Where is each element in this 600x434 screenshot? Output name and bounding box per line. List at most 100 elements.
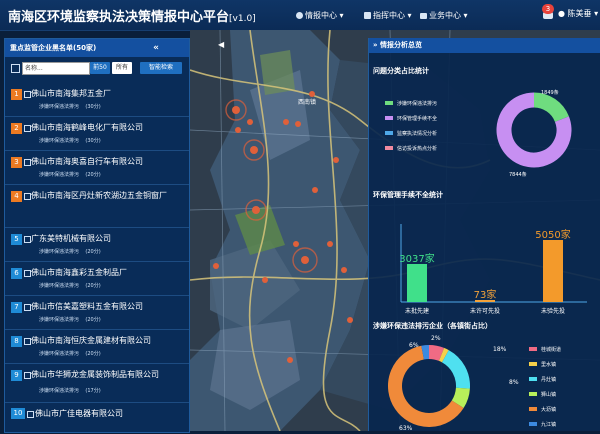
company-issue: 涉嫌环保违法排污 (30分) [39,137,101,144]
pie-slice[interactable] [428,345,445,362]
issue-text: 涉嫌环保违法排污 [39,138,80,144]
company-issue: 涉嫌环保违法排污 (20分) [39,316,101,323]
analysis-header: » 情报分析总览 [369,38,600,53]
legend-label: 涉嫌环保违法排污 [397,101,438,107]
donut-legend-item[interactable]: 环保管理手续不全 [385,115,437,122]
bar-section-title: 环保管理手续不全统计 [373,191,443,199]
item-checkbox[interactable] [24,91,31,98]
item-checkbox[interactable] [24,372,31,379]
pie-slice[interactable] [441,350,470,389]
rank-badge: 6 [11,268,22,279]
item-checkbox[interactable] [24,236,31,243]
company-issue: 涉嫌环保违法排污 (20分) [39,350,101,357]
list-item[interactable]: 7 佛山市信美嘉塑料五金有限公司 涉嫌环保违法排污 (20分) [5,296,189,330]
filter-bar: 名称... 前50 所有 智能检索 [5,57,189,79]
pie-legend-item[interactable]: 大沥镇 [529,406,556,413]
donut-legend-item[interactable]: 信访投诉热点分析 [385,145,437,152]
item-checkbox[interactable] [24,270,31,277]
pie-legend-item[interactable]: 丹灶镇 [529,376,556,383]
list-item[interactable]: 3 佛山市南海奥喜自行车有限公司 涉嫌环保违法排污 (20分) [5,151,189,185]
top-bar: 南海区环境监察执法决策情报中心平台[v1.0] 情报中心 ▾ 指挥中心 ▾ 业务… [0,0,600,31]
top50-button[interactable]: 前50 [90,62,110,74]
company-name[interactable]: 佛山市信美嘉塑料五金有限公司 [31,301,143,312]
all-button[interactable]: 所有 [112,62,132,74]
blacklist-header: 重点监管企业黑名单(50家) « [5,39,189,57]
rank-badge: 3 [11,157,22,168]
list-item[interactable]: 4 佛山市南海区丹灶新农湖边五金铜窗厂 [5,185,189,228]
issue-text: 涉嫌环保违法排污 [39,351,80,357]
issue-score: (20分) [85,351,101,357]
legend-swatch [529,377,537,381]
company-name[interactable]: 佛山市南海恒庆金属建材有限公司 [31,335,151,346]
company-name[interactable]: 佛山市南海区丹灶新农湖边五金铜窗厂 [31,190,179,202]
list-item[interactable]: 6 佛山市南海鑫彩五金制品厂 涉嫌环保违法排污 (20分) [5,262,189,296]
user-menu[interactable]: ● 陈美垂 ▾ [558,8,598,19]
pie-legend-item[interactable]: 九江镇 [529,421,556,428]
pie-legend-item[interactable]: 桂城街道 [529,346,561,353]
pie-slice[interactable] [451,387,470,408]
bar-category-label: 未许可先投 [469,308,500,315]
rank-badge: 2 [11,123,22,134]
smart-search-button[interactable]: 智能检索 [140,62,182,74]
company-name[interactable]: 佛山市华狮龙金属装饰制品有限公司 [31,369,159,380]
bar[interactable] [407,264,427,302]
donut-label-bottom: 7844条 [509,171,527,178]
list-item[interactable]: 2 佛山市南海鹤峰电化厂有限公司 涉嫌环保违法排污 (30分) [5,117,189,151]
donut-legend-item[interactable]: 涉嫌环保违法排污 [385,100,437,107]
item-checkbox[interactable] [27,411,34,418]
list-item[interactable]: 8 佛山市南海恒庆金属建材有限公司 涉嫌环保违法排污 (20分) [5,330,189,364]
item-checkbox[interactable] [24,304,31,311]
legend-swatch [385,131,393,135]
donut-slice[interactable] [533,92,569,123]
issue-text: 涉嫌环保违法排污 [39,249,80,255]
nav-business-center[interactable]: 业务中心 ▾ [420,10,468,21]
list-item[interactable]: 9 佛山市华狮龙金属装饰制品有限公司 涉嫌环保违法排污 (17分) [5,364,189,403]
collapse-panel-button[interactable]: « [153,39,159,57]
bar-value-label: 3037家 [399,254,435,266]
donut-legend-item[interactable]: 监察执法情况分析 [385,130,437,137]
bar[interactable] [543,239,563,302]
company-name[interactable]: 佛山市南海集邦五金厂 [31,88,111,99]
chevron-right-icon[interactable]: » [373,41,378,49]
pie-slice[interactable] [438,347,449,363]
pie-slice[interactable] [421,345,430,360]
nav-intel-center[interactable]: 情报中心 ▾ [296,10,344,21]
pie-chart[interactable] [371,334,511,434]
legend-label: 环保管理手续不全 [397,116,438,122]
issue-text: 涉嫌环保违法排污 [39,104,80,110]
list-item[interactable]: 5 广东美特机械有限公司 涉嫌环保违法排污 (20分) [5,228,189,262]
app-title: 南海区环境监察执法决策情报中心平台[v1.0] [8,6,256,25]
donut-chart[interactable]: 1849条 7844条 [479,80,589,180]
item-checkbox[interactable] [24,193,31,200]
legend-swatch [529,392,537,396]
legend-swatch [529,362,537,366]
legend-label: 九江镇 [541,422,557,428]
company-name[interactable]: 广东美特机械有限公司 [31,233,111,244]
list-item[interactable]: 1 佛山市南海集邦五金厂 涉嫌环保违法排污 (30分) [5,83,189,117]
blacklist-panel: 重点监管企业黑名单(50家) « 名称... 前50 所有 智能检索 1 佛山市… [4,38,190,433]
nav-command-center[interactable]: 指挥中心 ▾ [364,10,412,21]
item-checkbox[interactable] [24,338,31,345]
company-issue: 涉嫌环保违法排污 (20分) [39,248,101,255]
issue-score: (20分) [85,172,101,178]
select-all-checkbox[interactable] [11,64,20,73]
rank-badge: 7 [11,302,22,313]
pie-label: 8% [509,379,519,386]
company-name[interactable]: 佛山市南海鹤峰电化厂有限公司 [31,122,143,133]
item-checkbox[interactable] [24,159,31,166]
list-item[interactable]: 10 佛山市广佳电器有限公司 [5,403,189,423]
map-collapse-left-button[interactable]: ◀ [218,40,224,49]
legend-swatch [529,422,537,426]
company-name[interactable]: 佛山市南海奥喜自行车有限公司 [31,156,143,167]
issue-score: (20分) [85,249,101,255]
analysis-panel: » 情报分析总览 问题分类占比统计 涉嫌环保违法排污 环保管理手续不全 监察执法… [368,38,600,434]
company-name[interactable]: 佛山市广佳电器有限公司 [35,408,123,419]
pie-section-title: 涉嫌环保违法排污企业（各镇街占比） [373,322,492,330]
item-checkbox[interactable] [24,125,31,132]
pie-legend-item[interactable]: 里水镇 [529,361,556,368]
company-name[interactable]: 佛山市南海鑫彩五金制品厂 [31,267,127,278]
notification-badge: 3 [542,4,554,14]
company-issue: 涉嫌环保违法排污 (20分) [39,282,101,289]
name-search-input[interactable]: 名称... [22,62,90,75]
pie-legend-item[interactable]: 狮山镇 [529,391,556,398]
